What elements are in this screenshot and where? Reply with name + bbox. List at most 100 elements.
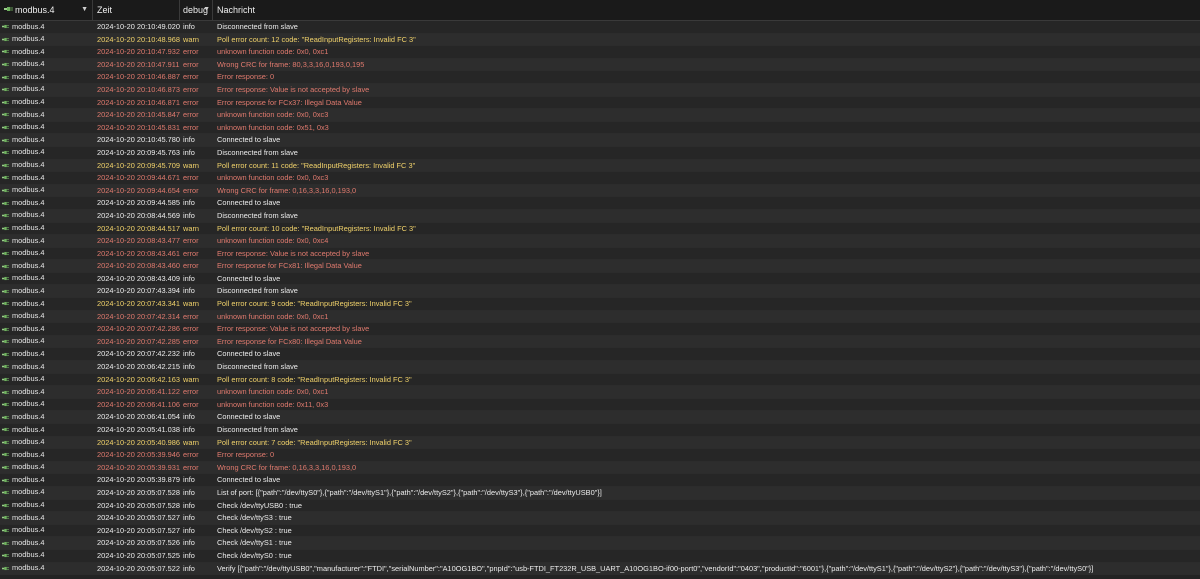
- plug-icon: [2, 566, 9, 570]
- log-instance: modbus.4: [0, 424, 93, 436]
- log-instance-label: modbus.4: [12, 500, 45, 510]
- log-time: 2024-10-20 20:06:41.054: [97, 412, 180, 422]
- log-row[interactable]: modbus.4 2024-10-20 20:05:39.879 info Conne…: [0, 474, 1200, 487]
- log-instance-label: modbus.4: [12, 563, 45, 573]
- log-row[interactable]: modbus.4 2024-10-20 20:05:07.528 info List …: [0, 486, 1200, 500]
- log-instance: modbus.4: [0, 122, 93, 134]
- log-time: 2024-10-20 20:09:44.585: [97, 198, 180, 208]
- log-message: Wrong CRC for frame: 0,16,3,3,16,0,193,0: [217, 185, 357, 195]
- log-instance: modbus.4: [0, 185, 93, 197]
- log-row[interactable]: modbus.4 2024-10-20 20:06:42.163 warn Poll …: [0, 373, 1200, 387]
- level-filter-select[interactable]: debug ▼: [180, 0, 213, 20]
- log-row[interactable]: modbus.4 2024-10-20 20:07:42.286 error Erro…: [0, 323, 1200, 336]
- log-message: Wrong CRC for frame: 80,3,3,16,0,193,0,1…: [217, 59, 365, 69]
- log-row[interactable]: modbus.4 2024-10-20 20:08:44.517 warn Poll …: [0, 222, 1200, 236]
- log-level: info: [183, 513, 195, 523]
- log-instance-label: modbus.4: [12, 122, 45, 132]
- log-row[interactable]: modbus.4 2024-10-20 20:05:07.522 info Verif…: [0, 562, 1200, 576]
- log-row[interactable]: modbus.4 2024-10-20 20:05:07.526 info Check…: [0, 537, 1200, 550]
- time-column-header[interactable]: Zeit: [93, 0, 180, 20]
- log-row[interactable]: modbus.4 2024-10-20 20:10:46.887 error Erro…: [0, 71, 1200, 84]
- log-time: 2024-10-20 20:10:48.968: [97, 34, 180, 44]
- log-row[interactable]: modbus.4 2024-10-20 20:10:45.780 info Conne…: [0, 134, 1200, 147]
- log-row[interactable]: modbus.4 2024-10-20 20:10:46.873 error Erro…: [0, 83, 1200, 97]
- log-row[interactable]: modbus.4 2024-10-20 20:07:42.314 error unkn…: [0, 310, 1200, 324]
- log-row[interactable]: modbus.4 2024-10-20 20:10:48.968 warn Poll …: [0, 33, 1200, 47]
- log-message: Poll error count: 10 code: "ReadInputReg…: [217, 223, 416, 233]
- log-level: error: [183, 84, 199, 94]
- instance-filter-select[interactable]: modbus.4 ▼: [0, 0, 93, 20]
- log-message: Error response: 0: [217, 450, 275, 460]
- log-time: 2024-10-20 20:10:45.847: [97, 110, 180, 120]
- log-row[interactable]: modbus.4 2024-10-20 20:09:45.763 info Disco…: [0, 146, 1200, 160]
- log-instance-label: modbus.4: [12, 223, 45, 232]
- plug-icon: [2, 151, 9, 155]
- log-message: Error response: Value is not accepted by…: [217, 84, 370, 94]
- plug-icon: [2, 478, 9, 482]
- log-row[interactable]: modbus.4 2024-10-20 20:10:47.911 error Wron…: [0, 58, 1200, 72]
- log-instance-label: modbus.4: [12, 97, 45, 107]
- log-row[interactable]: modbus.4 2024-10-20 20:08:43.409 info Conne…: [0, 272, 1200, 286]
- log-row[interactable]: modbus.4 2024-10-20 20:05:07.525 info Check…: [0, 549, 1200, 563]
- log-row[interactable]: modbus.4 2024-10-20 20:06:42.215 info Disco…: [0, 361, 1200, 374]
- log-row[interactable]: modbus.4 2024-10-20 20:06:41.106 error unkn…: [0, 398, 1200, 412]
- log-message: Disconnected from slave: [217, 425, 298, 434]
- log-row[interactable]: modbus.4 2024-10-20 20:09:44.585 info Conne…: [0, 197, 1200, 210]
- log-row[interactable]: modbus.4 2024-10-20 20:09:45.709 warn Poll …: [0, 159, 1200, 173]
- plug-icon: [2, 440, 9, 444]
- log-row[interactable]: modbus.4 2024-10-20 20:10:47.932 error unkn…: [0, 46, 1200, 59]
- log-row[interactable]: modbus.4 2024-10-20 20:07:43.394 info Disco…: [0, 285, 1200, 299]
- log-level: error: [183, 261, 199, 271]
- log-row[interactable]: modbus.4 2024-10-20 20:10:46.871 error Erro…: [0, 96, 1200, 110]
- log-row[interactable]: modbus.4 2024-10-20 20:05:07.527 info Check…: [0, 524, 1200, 538]
- log-message: Check /dev/ttyS2 : true: [217, 525, 292, 535]
- log-row[interactable]: modbus.4 2024-10-20 20:08:43.461 error Erro…: [0, 247, 1200, 261]
- log-time: 2024-10-20 20:05:07.527: [97, 513, 180, 523]
- log-row[interactable]: modbus.4 2024-10-20 20:10:45.831 error unkn…: [0, 121, 1200, 135]
- log-row[interactable]: modbus.4 2024-10-20 20:08:43.477 error unkn…: [0, 235, 1200, 248]
- log-row[interactable]: modbus.4 2024-10-20 20:06:41.122 error unkn…: [0, 386, 1200, 399]
- log-instance-label: modbus.4: [12, 185, 45, 195]
- log-row[interactable]: modbus.4 2024-10-20 20:05:39.946 error Erro…: [0, 449, 1200, 462]
- plug-icon: [2, 302, 9, 306]
- log-row[interactable]: modbus.4 2024-10-20 20:05:41.038 info Disco…: [0, 424, 1200, 437]
- log-time: 2024-10-20 20:08:43.461: [97, 248, 180, 258]
- log-row[interactable]: modbus.4 2024-10-20 20:07:42.232 info Conne…: [0, 348, 1200, 362]
- log-instance: modbus.4: [0, 537, 93, 549]
- log-row[interactable]: modbus.4 2024-10-20 20:08:44.569 info Disco…: [0, 209, 1200, 223]
- log-time: 2024-10-20 20:05:39.931: [97, 462, 180, 472]
- log-row[interactable]: modbus.4 2024-10-20 20:08:43.460 error Erro…: [0, 260, 1200, 273]
- log-time: 2024-10-20 20:08:43.409: [97, 273, 180, 283]
- log-message: Error response: Value is not accepted by…: [217, 248, 370, 258]
- log-instance-label: modbus.4: [12, 34, 45, 44]
- log-row[interactable]: modbus.4 2024-10-20 20:05:40.986 warn Poll …: [0, 436, 1200, 450]
- log-instance-label: modbus.4: [12, 487, 45, 497]
- log-row[interactable]: modbus.4 2024-10-20 20:09:44.671 error unkn…: [0, 172, 1200, 185]
- log-instance-label: modbus.4: [12, 273, 45, 283]
- log-level: error: [183, 122, 199, 132]
- log-row[interactable]: modbus.4 2024-10-20 20:09:44.654 error Wron…: [0, 184, 1200, 198]
- log-time: 2024-10-20 20:06:41.106: [97, 399, 180, 409]
- log-instance: modbus.4: [0, 437, 93, 449]
- plug-icon: [2, 63, 9, 67]
- log-row[interactable]: modbus.4 2024-10-20 20:07:42.285 error Erro…: [0, 335, 1200, 349]
- log-row[interactable]: modbus.4 2024-10-20 20:05:39.931 error Wron…: [0, 461, 1200, 475]
- log-row[interactable]: modbus.4 2024-10-20 20:10:49.020 info Disco…: [0, 21, 1200, 34]
- log-instance-label: modbus.4: [12, 46, 45, 56]
- log-instance-label: modbus.4: [12, 311, 45, 321]
- message-column-header[interactable]: Nachricht: [213, 0, 1200, 20]
- log-time: 2024-10-20 20:05:07.527: [97, 525, 180, 535]
- log-row[interactable]: modbus.4 2024-10-20 20:05:07.527 info Check…: [0, 512, 1200, 525]
- log-row[interactable]: modbus.4 2024-10-20 20:07:43.341 warn Poll …: [0, 298, 1200, 311]
- log-time: 2024-10-20 20:05:39.879: [97, 475, 180, 485]
- log-row[interactable]: modbus.4 2024-10-20 20:10:45.847 error unkn…: [0, 109, 1200, 122]
- log-row[interactable]: modbus.4 2024-10-20 20:05:07.528 info Check…: [0, 499, 1200, 513]
- log-level: error: [183, 72, 199, 82]
- log-time: 2024-10-20 20:05:41.038: [97, 425, 180, 434]
- log-row[interactable]: modbus.4 2024-10-20 20:06:41.054 info Conne…: [0, 411, 1200, 424]
- log-time: 2024-10-20 20:07:42.314: [97, 311, 180, 321]
- plug-icon: [2, 365, 9, 369]
- log-level: info: [183, 135, 195, 145]
- log-instance-label: modbus.4: [12, 147, 45, 157]
- log-time: 2024-10-20 20:10:49.020: [97, 22, 180, 31]
